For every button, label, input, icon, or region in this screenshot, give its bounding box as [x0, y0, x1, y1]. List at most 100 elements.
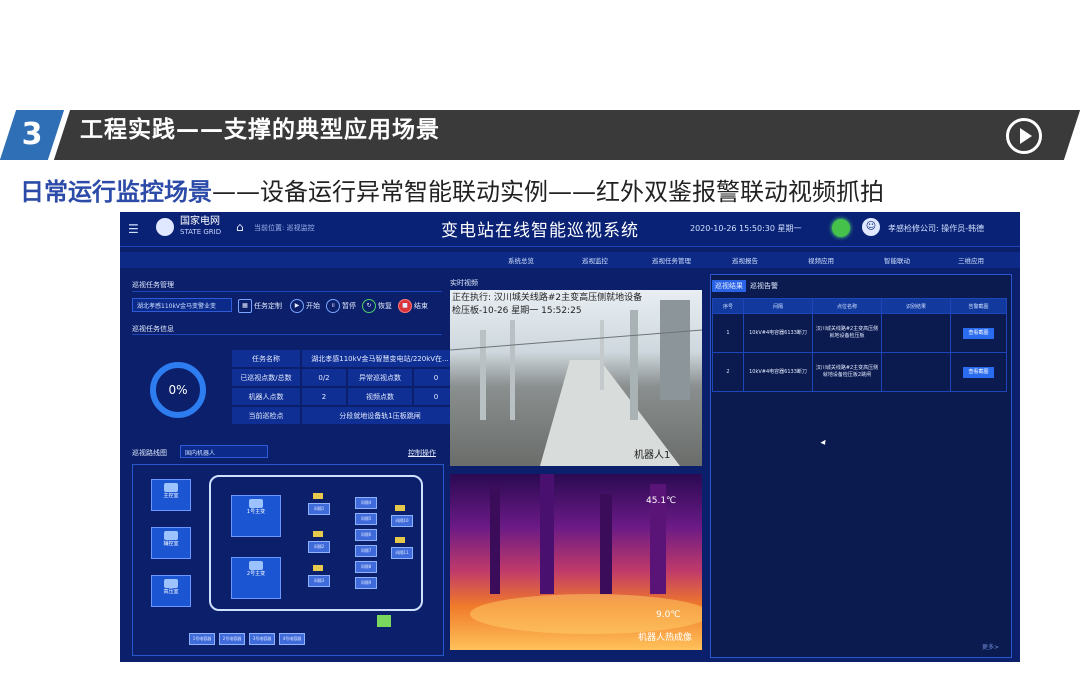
bay-node[interactable]: 间隔8 — [355, 561, 377, 573]
section-number: 3 — [21, 117, 43, 152]
camera-feed-visible[interactable]: 正在执行: 汉川城关线路#2主变高压侧就地设备 检压板-10-26 星期一 15… — [450, 290, 702, 466]
robot-select[interactable]: 国内机器人 — [180, 445, 268, 458]
capacitor-node[interactable]: 3号电容器 — [249, 633, 275, 645]
station-select[interactable]: 湖北孝感110kV金马变警业变 — [132, 298, 232, 312]
system-title: 变电站在线智能巡视系统 — [441, 221, 639, 241]
bay-node[interactable]: 间隔9 — [355, 577, 377, 589]
room-icon — [164, 579, 178, 588]
transformer-icon — [249, 499, 263, 508]
nav-item[interactable]: 视频应用 — [808, 255, 834, 265]
home-icon[interactable]: ⌂ — [236, 220, 244, 234]
nav-item[interactable]: 智能联动 — [884, 255, 910, 265]
slide-subtitle: 日常运行监控场景——设备运行异常智能联动实例——红外双鉴报警联动视频抓拍 — [20, 172, 884, 207]
cell: 2 — [712, 352, 744, 392]
capacitor-node[interactable]: 4号电容器 — [279, 633, 305, 645]
task-custom-button[interactable]: ▦ 任务定制 — [238, 299, 282, 313]
patrol-point-icon[interactable] — [395, 505, 405, 511]
patrol-point-icon[interactable] — [395, 537, 405, 543]
bay-node[interactable]: 间隔11 — [391, 547, 413, 559]
nav-item[interactable]: 巡视任务管理 — [652, 255, 691, 265]
cell: 当前巡检点 — [232, 407, 300, 424]
cell — [881, 313, 951, 353]
temperature-min: 9.0℃ — [656, 610, 681, 620]
camera-label: 机器人1 — [634, 450, 671, 461]
patrol-point-icon[interactable] — [313, 493, 323, 499]
patrol-point-icon[interactable] — [313, 565, 323, 571]
nav-item[interactable]: 巡视报告 — [732, 255, 758, 265]
view-screenshot-button[interactable]: 查看截图 — [963, 327, 994, 339]
nav-item[interactable]: 三维应用 — [958, 255, 984, 265]
table-row[interactable]: 2 10kV#4电容器6133断刀 汉川城关线路#2主变高压侧就地设备检压板2跳… — [712, 352, 1007, 392]
bay-node[interactable]: 间隔4 — [355, 497, 377, 509]
room-node[interactable]: 辅控室 — [151, 527, 191, 559]
cell: 视频点数 — [348, 388, 412, 405]
room-node[interactable]: 主控室 — [151, 479, 191, 511]
resume-button[interactable]: ↻ 恢复 — [362, 299, 392, 313]
pause-button[interactable]: ॥ 暂停 — [326, 299, 356, 313]
room-label: 主控室 — [163, 493, 179, 499]
brand-en: STATE GRID — [180, 228, 222, 236]
robot-position-icon[interactable] — [377, 615, 391, 627]
room-label: 高压室 — [163, 589, 179, 595]
user-icon[interactable]: ☺ — [862, 218, 880, 236]
bay-node[interactable]: 间隔5 — [355, 513, 377, 525]
tab-patrol-results[interactable]: 巡视结果 — [712, 280, 746, 292]
capacitor-node[interactable]: 1号电容器 — [189, 633, 215, 645]
patrol-point-icon[interactable] — [313, 531, 323, 537]
cell: 任务名称 — [232, 350, 300, 367]
bay-node[interactable]: 间隔6 — [355, 529, 377, 541]
cell: 2 — [302, 388, 346, 405]
more-link[interactable]: 更多> — [982, 642, 999, 651]
room-node[interactable]: 高压室 — [151, 575, 191, 607]
breadcrumb: 当前位置: 巡视监控 — [254, 224, 315, 232]
route-section-title: 巡视路线图 — [132, 449, 167, 457]
main-nav: 系统总览 巡视监控 巡视任务管理 巡视报告 视频应用 智能联动 三维应用 — [120, 252, 1020, 268]
bay-node[interactable]: 间隔3 — [308, 575, 330, 587]
video-section-title: 实时视频 — [450, 279, 478, 287]
divider — [132, 334, 442, 335]
cell: 0/2 — [302, 369, 346, 386]
capacitor-node[interactable]: 2号电容器 — [219, 633, 245, 645]
transformer-label: 2号主变 — [246, 571, 266, 577]
banner-title: 工程实践——支撑的典型应用场景 — [80, 117, 440, 143]
table-row[interactable]: 1 10kV#4电容器6133断刀 汉川城关线路#2主变高压侧就地设备检压板 查… — [712, 313, 1007, 353]
play-icon[interactable] — [1006, 118, 1042, 154]
subtitle-rest: ——设备运行异常智能联动实例——红外双鉴报警联动视频抓拍 — [212, 178, 884, 206]
cell: 机器人点数 — [232, 388, 300, 405]
transformer-node[interactable]: 1号主变 — [231, 495, 281, 537]
task-info-title: 巡视任务信息 — [132, 325, 174, 333]
user-info[interactable]: 孝感检修公司: 操作员-韩德 — [888, 223, 984, 234]
pause-label: 暂停 — [342, 302, 356, 310]
transformer-label: 1号主变 — [246, 509, 266, 515]
cell: 异常巡视点数 — [348, 369, 412, 386]
cell — [881, 352, 951, 392]
task-custom-label: 任务定制 — [254, 302, 282, 310]
cell: 10kV#4电容器6133断刀 — [743, 313, 813, 353]
start-button[interactable]: ▶ 开始 — [290, 299, 320, 313]
camera-feed-thermal[interactable]: 45.1℃ 9.0℃ 机器人热成像 — [450, 474, 702, 650]
column-header: 告警截图 — [950, 298, 1007, 314]
datetime: 2020-10-26 15:50:30 星期一 — [690, 224, 802, 233]
stop-icon: ■ — [398, 299, 412, 313]
tab-patrol-alarms[interactable]: 巡视告警 — [750, 281, 778, 291]
nav-item[interactable]: 系统总览 — [508, 255, 534, 265]
control-operation-link[interactable]: 控制操作 — [408, 448, 436, 458]
state-grid-logo-icon — [156, 218, 174, 236]
stop-button[interactable]: ■ 结束 — [398, 299, 428, 313]
bay-node[interactable]: 间隔1 — [308, 503, 330, 515]
bay-node[interactable]: 间隔10 — [391, 515, 413, 527]
transformer-node[interactable]: 2号主变 — [231, 557, 281, 599]
menu-icon[interactable]: ☰ — [128, 222, 139, 236]
room-icon — [164, 483, 178, 492]
stop-label: 结束 — [414, 302, 428, 310]
app-screenshot: ☰ 国家电网 STATE GRID ⌂ 当前位置: 巡视监控 变电站在线智能巡视系… — [120, 212, 1020, 662]
status-indicator-icon[interactable] — [832, 219, 850, 237]
view-screenshot-button[interactable]: 查看截图 — [963, 366, 994, 378]
bay-node[interactable]: 间隔7 — [355, 545, 377, 557]
nav-item[interactable]: 巡视监控 — [582, 255, 608, 265]
column-header: 序号 — [712, 298, 744, 314]
bay-node[interactable]: 间隔2 — [308, 541, 330, 553]
divider — [132, 291, 442, 292]
progress-ring: 0% — [150, 362, 206, 418]
column-header: 点位名称 — [812, 298, 882, 314]
